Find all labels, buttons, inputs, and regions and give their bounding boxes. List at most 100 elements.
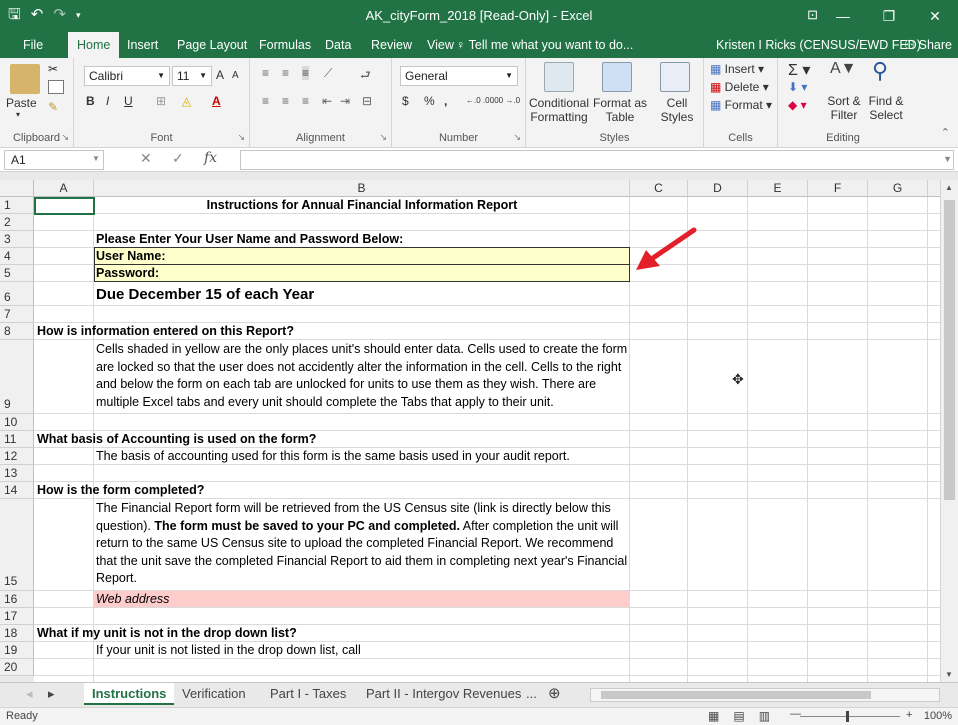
fill-icon[interactable]: ⬇ ▾ <box>788 80 807 94</box>
column-header-c[interactable]: C <box>630 180 688 197</box>
zoom-in-button[interactable]: + <box>906 709 912 721</box>
decrease-indent-icon[interactable]: ⇤ <box>322 94 332 108</box>
sheet-tab-verification[interactable]: Verification <box>174 683 254 705</box>
number-format-select[interactable]: General ▼ <box>400 66 518 86</box>
tab-home[interactable]: Home <box>68 32 120 58</box>
find-select-button[interactable]: Find & <box>864 94 908 108</box>
zoom-out-button[interactable]: — <box>790 708 801 720</box>
shrink-font-button[interactable]: A <box>232 70 239 81</box>
paste-icon[interactable] <box>10 64 40 94</box>
row-header-17[interactable]: 17 <box>0 608 34 625</box>
cancel-icon[interactable]: ✕ <box>140 150 152 167</box>
row-header-6[interactable]: 6 <box>0 282 34 306</box>
row-header-20[interactable]: 20 <box>0 659 34 676</box>
format-painter-icon[interactable]: ✎ <box>48 100 64 114</box>
sort-filter-button[interactable]: Sort & <box>820 94 868 108</box>
select-all-button[interactable] <box>0 180 34 197</box>
tab-page-layout[interactable]: Page Layout <box>168 32 256 58</box>
wrap-text-icon[interactable]: ⮐ <box>360 66 371 87</box>
sheet-tab-instructions[interactable]: Instructions <box>84 683 175 705</box>
fill-color-icon[interactable]: ◬ <box>182 94 191 108</box>
horizontal-scroll-thumb[interactable] <box>601 691 871 699</box>
sheet-tab-part-ii[interactable]: Part II - Intergov Revenues <box>358 683 529 705</box>
insert-function-icon[interactable]: fx <box>204 150 217 166</box>
tab-review[interactable]: Review <box>362 32 421 58</box>
row-header-9[interactable]: 9 <box>0 340 34 414</box>
top-align-icon[interactable]: ≡ <box>262 66 269 80</box>
increase-indent-icon[interactable]: ⇥ <box>340 94 350 108</box>
vertical-scrollbar[interactable]: ▲ ▼ <box>940 180 958 682</box>
vertical-scroll-thumb[interactable] <box>944 200 955 500</box>
borders-icon[interactable]: ⊞ <box>156 94 166 108</box>
comma-button[interactable]: , <box>444 94 447 108</box>
cell-styles-button[interactable]: Cell <box>650 96 704 110</box>
column-header-a[interactable]: A <box>34 180 94 197</box>
insert-cells-button[interactable]: ▦ Insert ▾ <box>710 62 764 76</box>
zoom-level[interactable]: 100% <box>924 710 952 722</box>
row-header-13[interactable]: 13 <box>0 465 34 482</box>
restore-button[interactable]: ❐ <box>866 0 912 32</box>
number-launcher-icon[interactable]: ↘ <box>513 132 521 143</box>
row-header-19[interactable]: 19 <box>0 642 34 659</box>
zoom-slider-knob[interactable] <box>846 711 849 722</box>
align-right-icon[interactable]: ≡ <box>302 94 309 108</box>
row-header-12[interactable]: 12 <box>0 448 34 465</box>
format-as-table-icon[interactable] <box>602 62 632 92</box>
row-header-2[interactable]: 2 <box>0 214 34 231</box>
cut-icon[interactable]: ✂ <box>48 62 64 76</box>
align-left-icon[interactable]: ≡ <box>262 94 269 108</box>
font-launcher-icon[interactable]: ↘ <box>237 132 245 143</box>
paste-button[interactable]: Paste <box>6 96 37 110</box>
row-header-1[interactable]: 1 <box>0 197 34 214</box>
row-header-3[interactable]: 3 <box>0 231 34 248</box>
tab-data[interactable]: Data <box>316 32 360 58</box>
formula-input[interactable] <box>240 150 954 170</box>
column-header-g[interactable]: G <box>868 180 928 197</box>
cell-area[interactable]: Instructions for Annual Financial Inform… <box>34 197 940 682</box>
tell-me-box[interactable]: ♀ Tell me what you want to do... <box>456 32 633 58</box>
conditional-formatting-button[interactable]: Conditional <box>526 96 592 110</box>
middle-align-icon[interactable]: ≡ <box>282 66 289 80</box>
scroll-tabs-left-icon[interactable]: ◂ <box>18 683 41 705</box>
cell-styles-icon[interactable] <box>660 62 690 92</box>
row-header-16[interactable]: 16 <box>0 591 34 608</box>
selected-cell-a1[interactable] <box>34 197 95 215</box>
increase-decimal-button[interactable]: ←.0 .00 <box>466 96 494 105</box>
paste-dropdown-icon[interactable]: ▾ <box>16 110 20 119</box>
row-header-7[interactable]: 7 <box>0 306 34 323</box>
ribbon-display-options-icon[interactable]: ⊡ <box>807 7 818 23</box>
row-header-11[interactable]: 11 <box>0 431 34 448</box>
conditional-formatting-icon[interactable] <box>544 62 574 92</box>
delete-cells-button[interactable]: ▦ Delete ▾ <box>710 80 769 94</box>
clipboard-launcher-icon[interactable]: ↘ <box>61 132 69 143</box>
enter-icon[interactable]: ✓ <box>172 150 184 167</box>
column-header-f[interactable]: F <box>808 180 868 197</box>
autosum-icon[interactable]: Σ ▾ <box>788 60 810 80</box>
column-header-e[interactable]: E <box>748 180 808 197</box>
italic-button[interactable]: I <box>106 94 109 108</box>
decrease-decimal-button[interactable]: .00 →.0 <box>492 96 520 105</box>
scroll-tabs-right-icon[interactable]: ▸ <box>40 683 63 705</box>
tab-insert[interactable]: Insert <box>118 32 167 58</box>
tab-file[interactable]: File <box>14 32 52 58</box>
currency-button[interactable]: $ <box>402 94 409 108</box>
web-address-cell[interactable] <box>94 591 629 607</box>
name-box-dropdown-icon[interactable]: ▼ <box>92 154 100 163</box>
row-header-5[interactable]: 5 <box>0 265 34 282</box>
name-box[interactable]: A1 <box>4 150 104 170</box>
new-sheet-icon[interactable]: ⊕ <box>540 683 569 705</box>
font-name-select[interactable]: Calibri ▼ <box>84 66 170 86</box>
row-header-4[interactable]: 4 <box>0 248 34 265</box>
scroll-up-icon[interactable]: ▲ <box>945 183 953 192</box>
row-header-14[interactable]: 14 <box>0 482 34 499</box>
account-name[interactable]: Kristen I Ricks (CENSUS/EWD FED) <box>716 32 921 58</box>
horizontal-scrollbar[interactable] <box>590 688 940 702</box>
scroll-down-icon[interactable]: ▼ <box>945 670 953 679</box>
copy-icon[interactable] <box>48 80 64 94</box>
clear-icon[interactable]: ◆ ▾ <box>788 98 807 112</box>
sort-filter-icon[interactable]: A▼ <box>830 60 857 78</box>
normal-view-icon[interactable]: ▦ <box>708 709 719 723</box>
row-header-8[interactable]: 8 <box>0 323 34 340</box>
minimize-button[interactable]: — <box>820 0 866 32</box>
font-color-button[interactable]: A <box>212 94 221 108</box>
